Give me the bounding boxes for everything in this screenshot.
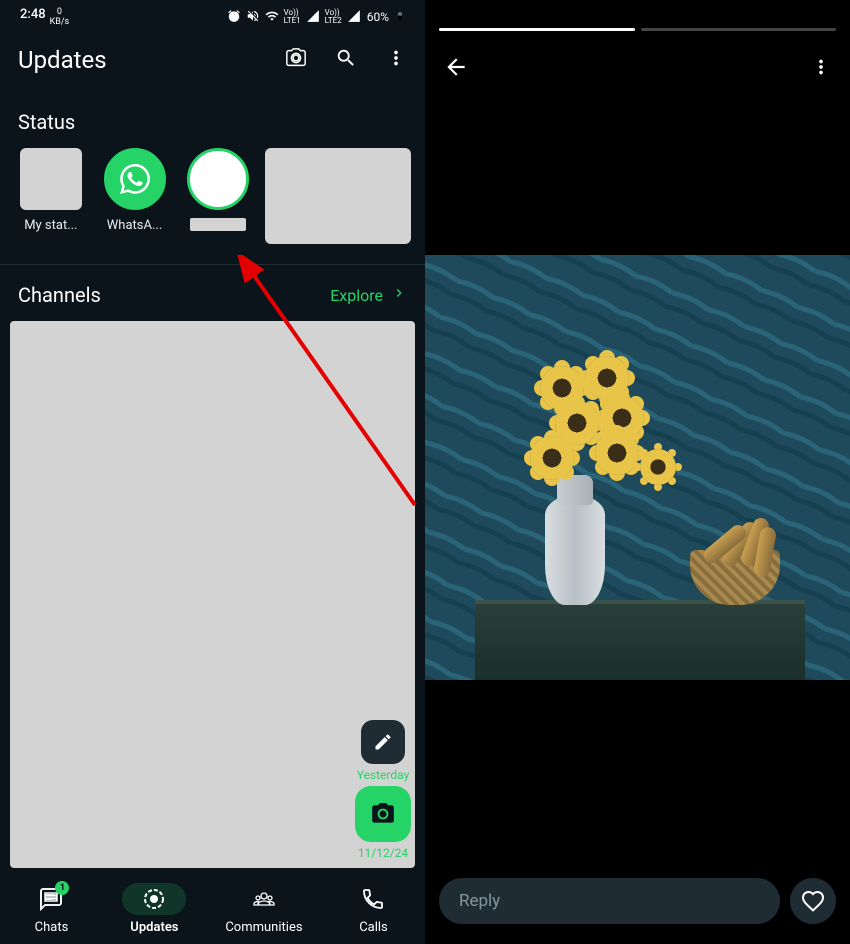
whatsapp-logo-icon (120, 164, 150, 194)
battery-icon (395, 8, 405, 27)
volume-mute-icon (246, 9, 260, 26)
status-row: My stat... WhatsA... (0, 148, 425, 264)
status-item-my-status[interactable]: My stat... (14, 148, 88, 244)
nav-label: Communities (225, 920, 302, 935)
reply-bar: Reply (439, 878, 836, 924)
status-viewer-screen: Reply (425, 0, 850, 944)
status-image[interactable] (425, 255, 850, 680)
communities-icon (252, 887, 276, 911)
camera-icon (370, 801, 396, 827)
explore-link[interactable]: Explore (330, 285, 407, 305)
signal-icon-1 (306, 9, 320, 26)
status-item-more[interactable] (265, 148, 411, 244)
whatsapp-updates-screen: 2:48 0 KB/s Vo)) LTE1 Vo)) LTE2 (0, 0, 425, 944)
nav-communities[interactable]: Communities (225, 883, 302, 935)
camera-status-button[interactable] (355, 786, 411, 842)
more-icon[interactable] (810, 56, 832, 82)
nav-label: Chats (35, 920, 69, 935)
progress-segment (439, 28, 635, 31)
chats-badge: 1 (55, 881, 69, 895)
fab-date-value: 11/12/24 (358, 846, 408, 860)
reply-input[interactable]: Reply (439, 878, 780, 924)
phone-icon (361, 887, 385, 911)
channels-header: Channels Explore (0, 265, 425, 321)
status-thumb (20, 148, 82, 210)
status-item-contact[interactable] (181, 148, 255, 244)
progress-segment (641, 28, 837, 31)
wifi-icon (265, 9, 279, 26)
status-section-title: Status (0, 90, 425, 148)
pencil-icon (373, 732, 393, 752)
bottom-nav: 1 Chats Updates Communities Calls (0, 868, 425, 944)
alarm-icon (227, 9, 241, 26)
signal-icon-2 (347, 9, 361, 26)
android-status-bar: 2:48 0 KB/s Vo)) LTE1 Vo)) LTE2 (0, 0, 425, 30)
battery-percent: 60% (367, 10, 389, 24)
status-item-whatsapp[interactable]: WhatsA... (98, 148, 172, 244)
search-icon[interactable] (335, 47, 357, 73)
nav-updates[interactable]: Updates (122, 883, 186, 935)
edit-status-button[interactable] (361, 720, 405, 764)
explore-label: Explore (330, 286, 383, 305)
status-ring (104, 148, 166, 210)
nav-label: Calls (359, 920, 388, 935)
channels-title: Channels (18, 283, 101, 307)
status-label-redacted (190, 218, 246, 231)
status-label: WhatsA... (107, 218, 163, 233)
network-speed: 0 KB/s (50, 7, 70, 27)
status-ring (187, 148, 249, 210)
updates-toolbar: Updates (0, 30, 425, 90)
story-progress (439, 28, 836, 31)
back-button[interactable] (443, 54, 469, 84)
reply-placeholder: Reply (459, 891, 500, 911)
camera-icon[interactable] (285, 47, 307, 73)
fab-date-yesterday: Yesterday (357, 768, 410, 782)
heart-icon (801, 889, 825, 913)
updates-icon (142, 887, 166, 911)
sim1-signal: Vo)) LTE1 (284, 9, 301, 25)
status-label: My stat... (24, 218, 77, 233)
chevron-right-icon (391, 285, 407, 305)
nav-calls[interactable]: Calls (341, 883, 405, 935)
sim2-signal: Vo)) LTE2 (325, 9, 342, 25)
status-thumb-wide (265, 148, 411, 244)
nav-chats[interactable]: 1 Chats (19, 883, 83, 935)
story-header (425, 44, 850, 94)
nav-label: Updates (130, 920, 178, 935)
page-title: Updates (18, 46, 107, 74)
clock-time: 2:48 (20, 7, 46, 22)
fab-container: Yesterday 11/12/24 (355, 720, 411, 860)
like-button[interactable] (790, 878, 836, 924)
more-icon[interactable] (385, 47, 407, 73)
